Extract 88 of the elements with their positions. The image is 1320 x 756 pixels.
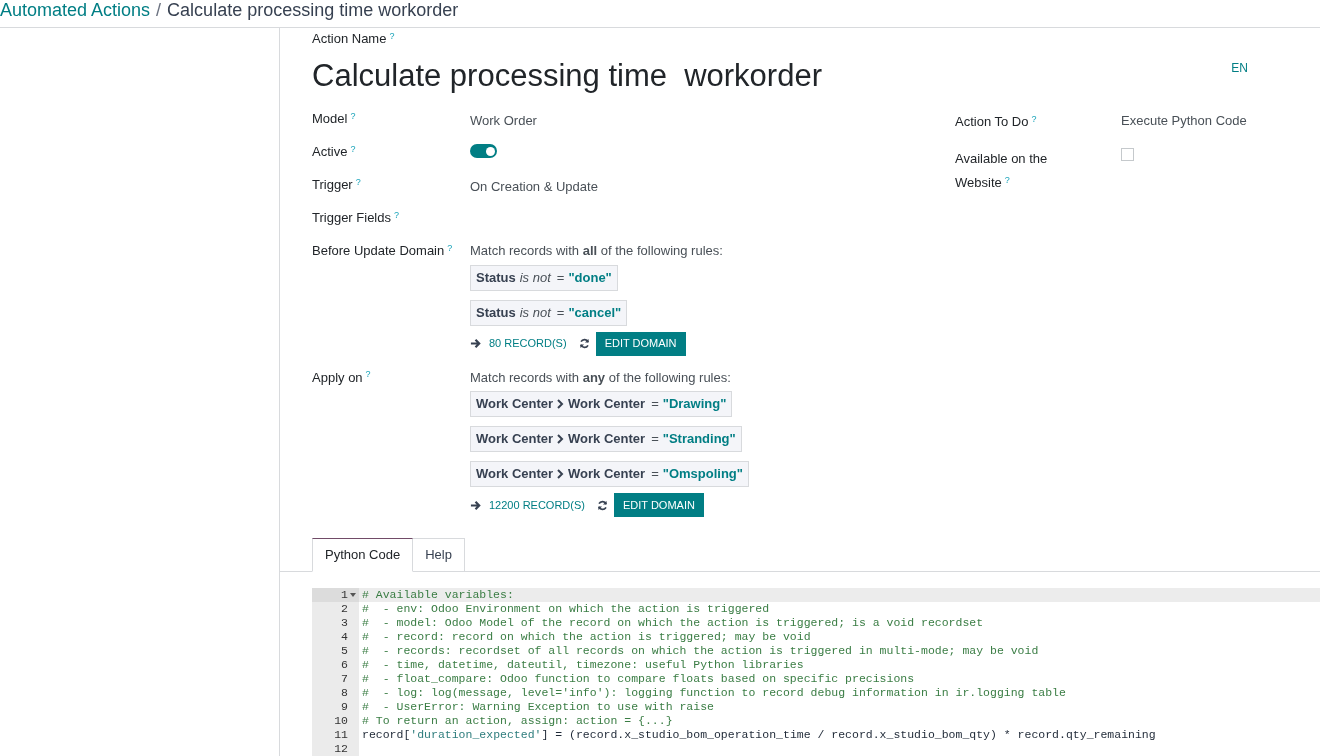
rule-symbol: =	[651, 395, 659, 414]
line-number: 3	[341, 616, 348, 630]
code-editor[interactable]	[312, 588, 1320, 756]
rule-operator: is not	[519, 268, 551, 287]
help-tooltip-icon[interactable]: ?	[350, 143, 356, 154]
line-number: 4	[341, 630, 348, 644]
rule-field: Status	[476, 302, 516, 323]
field-label: Action Name	[312, 31, 387, 46]
rule-field: Status	[476, 267, 516, 288]
help-tooltip-icon[interactable]: ?	[355, 176, 361, 187]
help-tooltip-icon[interactable]: ?	[394, 209, 399, 220]
chevron-right-icon	[557, 399, 565, 409]
tab[interactable]: Help	[413, 538, 465, 572]
help-tooltip-icon[interactable]: ?	[389, 30, 395, 41]
domain-description: Match records with all of the following rules:	[470, 242, 723, 260]
field-label: Active	[312, 144, 348, 159]
arrow-right-icon	[470, 499, 481, 511]
line-number: 1	[341, 588, 348, 602]
code-text: # - time, datetime, dateutil, timezone: useful Python libraries	[362, 658, 804, 671]
breadcrumb-current: Calculate processing time workorder	[167, 0, 459, 22]
rule-value: "cancel"	[568, 303, 622, 322]
edit-domain-button[interactable]: EDIT DOMAIN	[595, 331, 686, 356]
rule-value: "Omspoling"	[662, 465, 743, 484]
code-text: # - UserError: Warning Exception to use with raise	[362, 700, 714, 713]
rule-symbol: =	[651, 465, 659, 484]
chevron-right-icon	[557, 469, 565, 479]
code-text: # - model: Odoo Model of the record on which the action is triggered; is a void recordset	[362, 616, 984, 629]
rule-symbol: =	[556, 268, 565, 287]
rule-operator: is not	[519, 303, 551, 322]
field-label: Model	[312, 111, 348, 126]
code-text: # - records: recordset of all records on which the action is triggered in multi-mode; may be void	[362, 644, 1039, 657]
code-text: # Available variables:	[362, 588, 514, 601]
language-button[interactable]: EN	[1231, 58, 1248, 77]
line-number: 8	[341, 686, 348, 700]
rule-field: Work Center	[568, 464, 646, 484]
code-text: # - float_compare: Odoo function to compare floats based on specific precisions	[362, 672, 915, 685]
records-count-link[interactable]: 12200 RECORD(S)	[489, 496, 585, 514]
toggle-switch[interactable]	[470, 144, 497, 158]
refresh-icon[interactable]	[578, 338, 590, 349]
help-tooltip-icon[interactable]: ?	[447, 242, 453, 253]
rule-symbol: =	[556, 303, 565, 322]
help-tooltip-icon[interactable]: ?	[365, 369, 371, 379]
rule-value: "done"	[568, 268, 612, 287]
field-label: Trigger Fields	[312, 210, 391, 225]
line-number: 10	[334, 714, 348, 728]
line-number: 7	[341, 672, 348, 686]
line-number: 12	[334, 742, 348, 756]
records-count-link[interactable]: 80 RECORD(S)	[489, 335, 567, 352]
rule-field: Work Center	[476, 429, 554, 449]
code-text: # - env: Odoo Environment on which the action is triggered	[362, 602, 770, 615]
domain-description: Match records with any of the following rules:	[470, 368, 732, 387]
code-text: record[	[362, 728, 411, 741]
line-number: 6	[341, 658, 348, 672]
edit-domain-button[interactable]: EDIT DOMAIN	[614, 493, 704, 517]
help-tooltip-icon[interactable]: ?	[350, 110, 356, 121]
rule-field: Work Center	[568, 394, 646, 414]
field-label: Before Update Domain	[312, 243, 445, 258]
checkbox[interactable]	[1121, 148, 1134, 161]
field-label: Apply on	[312, 369, 363, 385]
code-text: # - record: record on which the action is triggered; may be void	[362, 630, 811, 643]
code-text: ] = (record.x_studio_bom_operation_time / record.x_studio_bom_qty) * record.qty_remaining	[541, 728, 1156, 741]
chevron-right-icon	[557, 434, 565, 444]
rule-field: Work Center	[476, 464, 554, 484]
field-value: Work Order	[470, 112, 537, 129]
field-value: Execute Python Code	[1121, 112, 1247, 130]
code-text: # To return an action, assign: action = {...}	[362, 714, 673, 727]
field-label: Trigger	[312, 177, 353, 192]
rule-symbol: =	[651, 430, 659, 449]
field-label: Action To Do $^{?}$	[955, 114, 1037, 129]
field-value: On Creation & Update	[470, 178, 598, 195]
refresh-icon[interactable]	[597, 499, 608, 511]
line-number: 2	[341, 602, 348, 616]
tab[interactable]: Python Code	[312, 538, 414, 572]
breadcrumb-link[interactable]: Automated Actions	[0, 0, 151, 24]
code-text: 'duration_expected'	[410, 728, 542, 741]
line-number: 11	[334, 728, 348, 742]
rule-field: Work Center	[476, 394, 554, 414]
line-number: 5	[341, 644, 348, 658]
breadcrumb-separator: /	[156, 0, 162, 22]
rule-field: Work Center	[568, 429, 646, 449]
fold-caret-icon[interactable]	[350, 593, 356, 597]
code-text: # - log: log(message, level='info'): logging function to record debug information in ir.logging table	[362, 686, 1066, 699]
field-label: Available on the Website $^{?}$	[955, 151, 1048, 190]
rule-value: "Drawing"	[662, 395, 727, 414]
arrow-right-icon	[470, 338, 481, 349]
line-number: 9	[341, 700, 348, 714]
rule-value: "Stranding"	[662, 430, 736, 449]
action-name-title: Calculate processing time workorder	[312, 56, 822, 95]
